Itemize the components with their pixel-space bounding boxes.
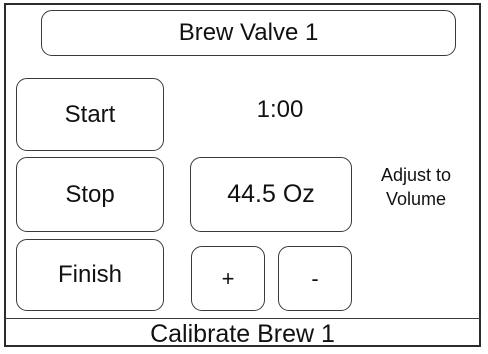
decrease-volume-button[interactable]: -	[278, 246, 352, 311]
minus-icon: -	[311, 265, 319, 291]
stop-button-label: Stop	[65, 180, 115, 208]
adjust-to-volume-label: Adjust to Volume	[360, 163, 472, 211]
stop-button[interactable]: Stop	[16, 157, 164, 232]
plus-icon: +	[221, 265, 235, 291]
adjust-label-line1: Adjust to	[380, 165, 452, 185]
timer-display: 1:00	[256, 96, 304, 123]
calibration-screen: Brew Valve 1 Start 1:00 Stop 44.5 Oz Adj…	[0, 0, 488, 354]
screen-title: Brew Valve 1	[41, 10, 456, 56]
start-button-label: Start	[64, 100, 116, 128]
finish-button[interactable]: Finish	[16, 239, 164, 311]
volume-display[interactable]: 44.5 Oz	[190, 157, 352, 232]
screen-title-label: Brew Valve 1	[178, 19, 319, 46]
increase-volume-button[interactable]: +	[191, 246, 265, 311]
start-button[interactable]: Start	[16, 78, 164, 151]
finish-button-label: Finish	[57, 261, 123, 288]
footer-title: Calibrate Brew 1	[150, 320, 335, 348]
volume-value: 44.5 Oz	[227, 180, 315, 208]
adjust-label-line2: Volume	[385, 189, 447, 209]
